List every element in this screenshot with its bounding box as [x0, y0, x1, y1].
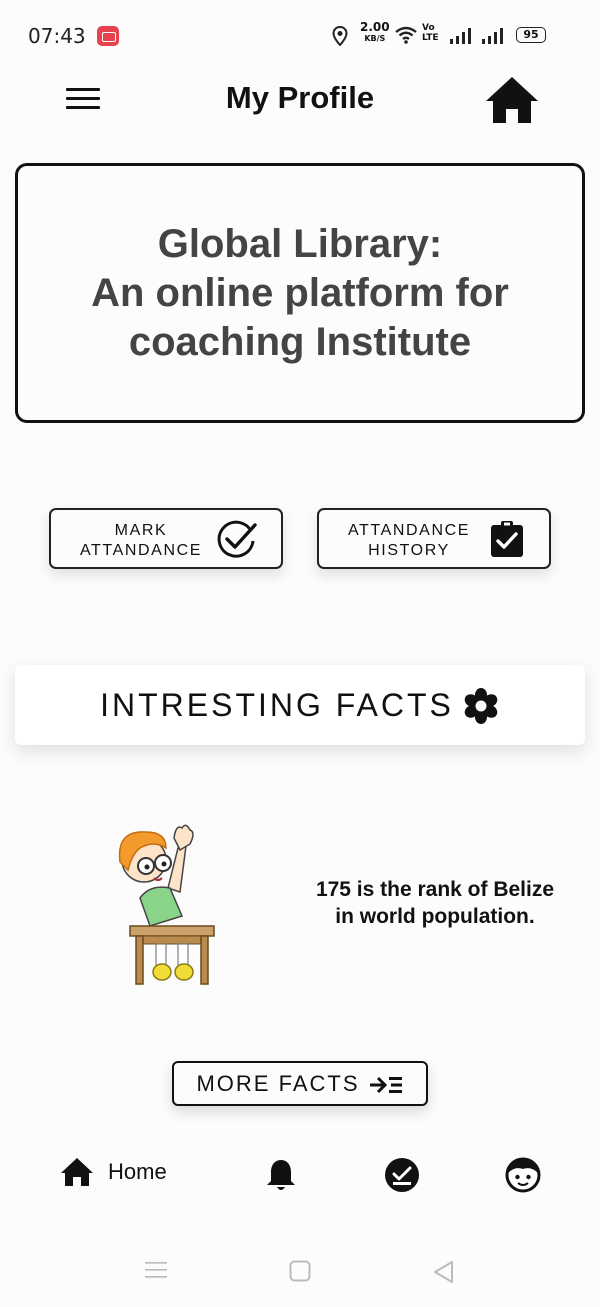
mark-attendance-label: MARK ATTANDANCE — [79, 522, 203, 559]
volte-indicator: Vo LTE — [422, 23, 439, 43]
bottom-navigation: Home — [0, 1133, 600, 1218]
institute-banner: Global Library: An online platform for c… — [15, 163, 585, 423]
back-icon[interactable] — [432, 1260, 454, 1284]
system-navigation-bar — [0, 1240, 600, 1307]
check-circle-icon — [217, 520, 257, 558]
face-icon[interactable] — [505, 1157, 541, 1193]
home-button-icon[interactable] — [289, 1260, 311, 1282]
facts-title: INTRESTING FACTS — [100, 686, 454, 723]
nav-home[interactable]: Home — [60, 1157, 167, 1187]
arrow-list-icon — [369, 1076, 402, 1093]
mark-attendance-button[interactable]: MARK ATTANDANCE — [49, 508, 283, 569]
app-header: My Profile — [0, 70, 600, 134]
attendance-history-label: ATTANDANCE HISTORY — [347, 522, 471, 559]
check-circle-icon[interactable] — [384, 1157, 420, 1193]
network-speed-unit: KB/S — [364, 34, 386, 43]
more-facts-button[interactable]: MORE FACTS — [172, 1061, 428, 1106]
home-icon[interactable] — [484, 74, 540, 126]
interesting-facts-header: INTRESTING FACTS — [15, 665, 585, 745]
screen-record-icon — [97, 26, 119, 46]
location-icon — [332, 26, 348, 46]
battery-indicator: 95 — [516, 27, 546, 43]
flower-icon — [464, 688, 498, 724]
signal-icon — [482, 28, 503, 44]
more-facts-label: MORE FACTS — [196, 1070, 360, 1096]
status-time: 07:43 — [28, 24, 86, 48]
nav-home-label: Home — [108, 1159, 167, 1184]
student-raising-hand-illustration — [118, 824, 215, 985]
bell-icon[interactable] — [264, 1157, 298, 1193]
fact-text: 175 is the rank of Belize in world popul… — [315, 878, 555, 928]
clipboard-check-icon — [491, 521, 523, 557]
signal-icon — [450, 28, 471, 44]
network-speed-value: 2.00 — [360, 20, 390, 34]
volte-line-1: Vo — [422, 23, 435, 33]
wifi-icon — [395, 26, 417, 44]
home-icon — [61, 1158, 93, 1186]
banner-text: Global Library: An online platform for c… — [91, 221, 509, 364]
recent-apps-icon[interactable] — [145, 1260, 167, 1280]
network-speed: 2.00 KB/S — [360, 20, 390, 44]
volte-line-2: LTE — [422, 33, 439, 43]
status-bar: 07:43 2.00 KB/S Vo LTE 95 — [0, 0, 600, 70]
attendance-history-button[interactable]: ATTANDANCE HISTORY — [317, 508, 551, 569]
